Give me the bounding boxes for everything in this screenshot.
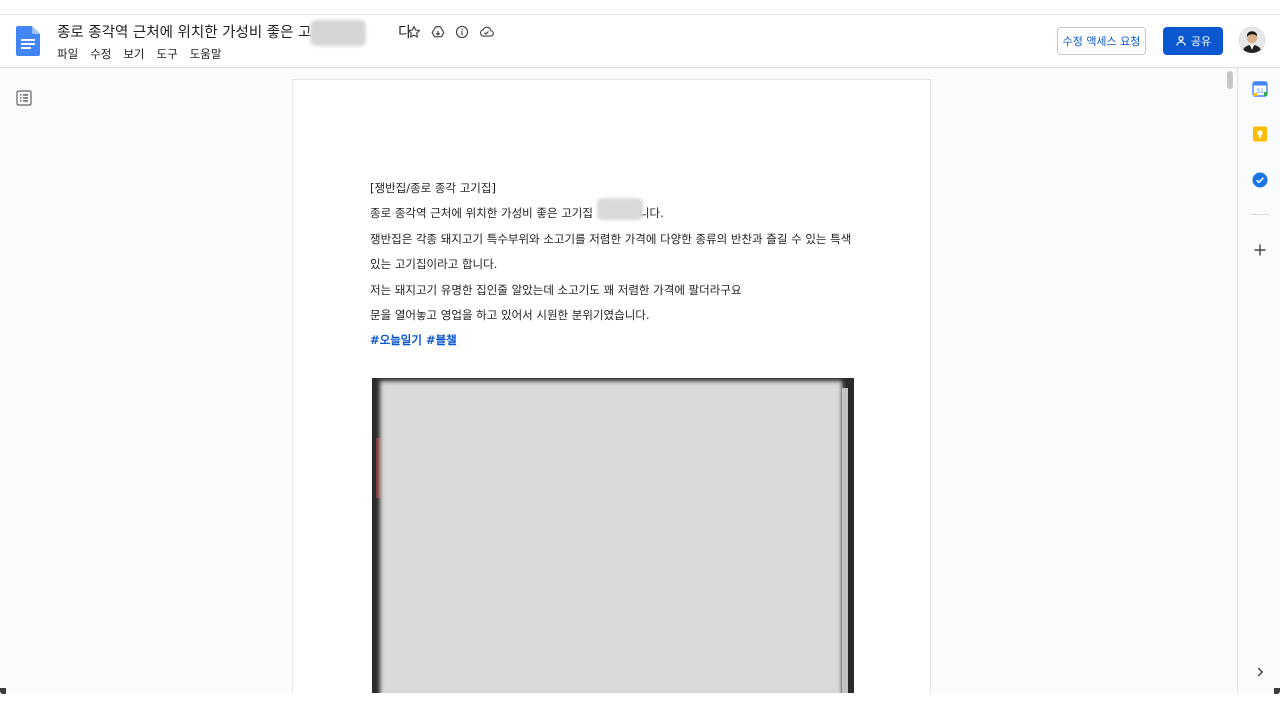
scrollbar-thumb[interactable]	[1227, 71, 1233, 89]
photo-blurred-content	[380, 381, 842, 710]
move-to-drive-icon[interactable]	[430, 24, 446, 40]
document-outline-icon[interactable]	[16, 90, 32, 106]
menu-file[interactable]: 파일	[57, 46, 78, 62]
body-line: 있는 고기집이라고 합니다.	[370, 257, 498, 272]
share-button[interactable]: 공유	[1163, 27, 1223, 55]
bottom-bar	[0, 693, 1280, 710]
menu-help[interactable]: 도움말	[190, 46, 222, 62]
request-edit-access-label: 수정 액세스 요청	[1062, 35, 1141, 48]
body-line: 쟁반집은 각종 돼지고기 특수부위와 소고기를 저렴한 가격에 다양한 종류의 …	[370, 231, 852, 246]
body-line-start: 종로 종각역 근처에 위치한 가성비 좋은 고기집	[370, 206, 593, 221]
avatar[interactable]	[1239, 27, 1265, 53]
chevron-right-icon[interactable]	[1252, 664, 1268, 680]
add-icon[interactable]	[1252, 242, 1268, 258]
body-redaction	[597, 198, 643, 220]
body-line: 저는 돼지고기 유명한 집인줄 알았는데 소고기도 꽤 저렴한 가격에 팔더라구…	[370, 282, 742, 297]
menu-bar: 파일 수정 보기 도구 도움말	[57, 46, 221, 62]
document-title-text: 종로 종각역 근처에 위치한 가성비 좋은 고기집	[57, 25, 339, 41]
side-divider	[1250, 214, 1269, 215]
google-docs-icon[interactable]	[16, 26, 40, 56]
title-actions	[406, 24, 494, 40]
keep-icon[interactable]	[1252, 126, 1268, 142]
document-photo[interactable]	[372, 378, 854, 710]
star-icon[interactable]	[406, 24, 422, 40]
menu-edit[interactable]: 수정	[90, 46, 111, 62]
info-icon[interactable]	[454, 24, 470, 40]
share-people-icon	[1176, 35, 1186, 46]
docs-header: 종로 종각역 근처에 위치한 가성비 좋은 고기집 다 파일 수정 보기 도구 도…	[0, 15, 1280, 68]
menu-tools[interactable]: 도구	[157, 46, 178, 62]
body-line: 문을 열어놓고 영업을 하고 있어서 시원한 분위기였습니다.	[370, 308, 650, 323]
photo-edge-detail	[842, 388, 848, 708]
share-label: 공유	[1190, 35, 1212, 48]
cloud-saved-icon[interactable]	[478, 24, 494, 40]
tasks-icon[interactable]	[1252, 172, 1268, 188]
side-panel: 31	[1237, 68, 1280, 710]
menu-view[interactable]: 보기	[123, 46, 144, 62]
title-redaction	[310, 20, 366, 46]
calendar-icon[interactable]: 31	[1252, 81, 1268, 97]
svg-text:31: 31	[1256, 88, 1264, 95]
request-edit-access-button[interactable]: 수정 액세스 요청	[1057, 27, 1146, 55]
hashtag-links[interactable]: #오늘일기 #블챌	[370, 328, 854, 353]
window-corner	[0, 688, 6, 694]
window-corner	[1274, 688, 1280, 694]
browser-top-strip	[0, 0, 1280, 15]
